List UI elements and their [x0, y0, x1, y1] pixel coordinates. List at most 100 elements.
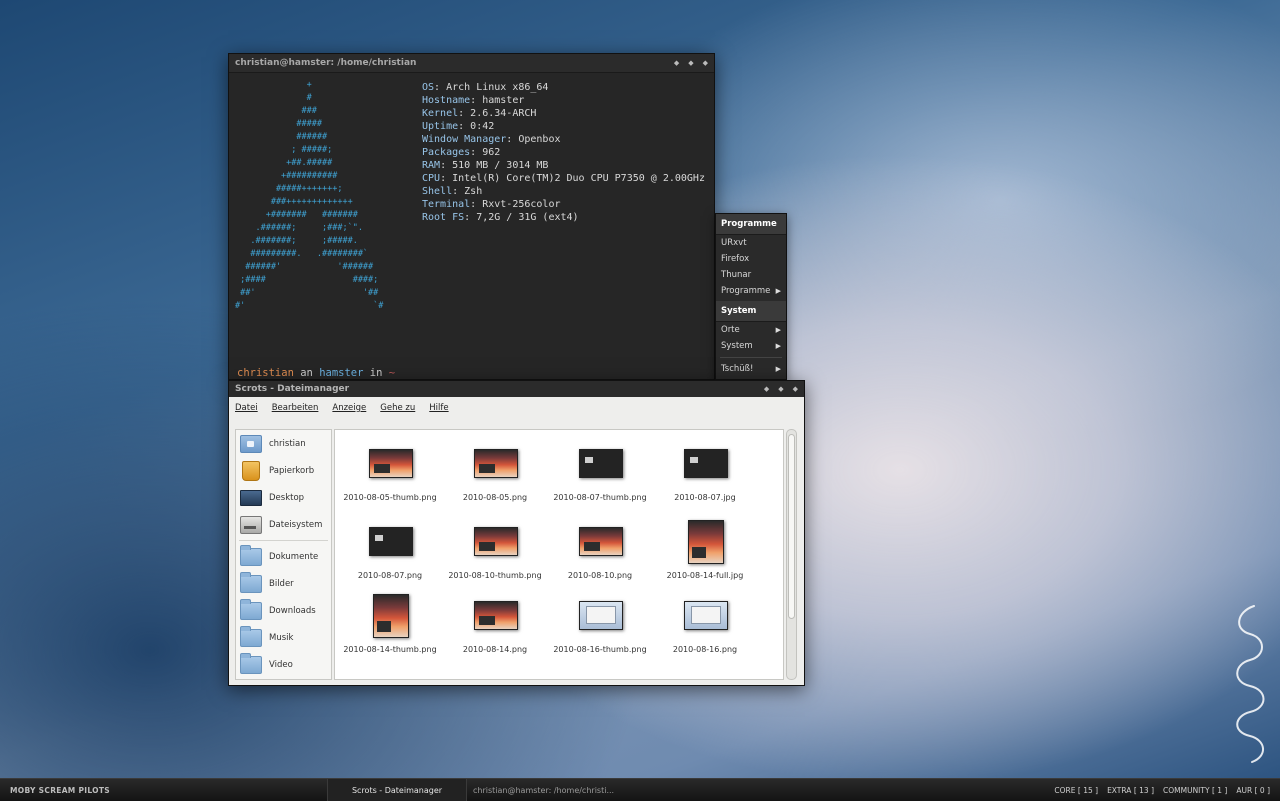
submenu-arrow-icon: ▶ — [775, 326, 781, 334]
file-thumbnail-icon — [688, 520, 724, 564]
folder-icon — [240, 598, 262, 620]
sysinfo-colon: : — [470, 95, 483, 106]
sysinfo-colon: : — [440, 173, 453, 184]
menu-bearbeiten[interactable]: Bearbeiten — [272, 403, 319, 421]
menu-item-label: Tschüß! — [721, 364, 754, 374]
prompt-in: in — [363, 367, 389, 379]
menu-item-orte[interactable]: Orte ▶ — [716, 322, 786, 338]
menu-item-exit[interactable]: Tschüß! ▶ — [716, 361, 786, 377]
sidebar-item-video[interactable]: Video — [236, 651, 331, 678]
menu-anzeige[interactable]: Anzeige — [332, 403, 366, 421]
sidebar-item-label: Bilder — [269, 578, 294, 589]
menu-header-programme: Programme — [716, 214, 786, 235]
sysinfo-row: Uptime: 0:42 — [422, 120, 705, 133]
decorative-swirl-icon — [1236, 605, 1265, 763]
sysinfo-key: Kernel — [422, 108, 459, 119]
file-view[interactable]: 2010-08-05-thumb.png 2010-08-05.png 2010-0… — [334, 429, 784, 680]
iconify-button-icon[interactable]: ◆ — [764, 385, 769, 393]
repo-bracket: ] — [1222, 786, 1228, 795]
file-name: 2010-08-10-thumb.png — [448, 571, 542, 580]
task-file-manager[interactable]: Scrots - Dateimanager — [327, 779, 467, 801]
menu-gehe-zu[interactable]: Gehe zu — [380, 403, 415, 421]
disk-icon — [240, 515, 262, 534]
file-name: 2010-08-05.png — [462, 493, 528, 502]
home-folder-icon — [240, 434, 262, 453]
menu-item-programme[interactable]: Programme ▶ — [716, 283, 786, 299]
scrollbar-thumb[interactable] — [788, 434, 795, 619]
sysinfo-row: Shell: Zsh — [422, 185, 705, 198]
task-label: christian@hamster: /home/christi... — [473, 785, 615, 795]
menu-item-urxvt[interactable]: URxvt — [716, 235, 786, 251]
places-sidebar: christian Papierkorb Desktop Dateisystem Do… — [235, 429, 332, 680]
submenu-arrow-icon: ▶ — [775, 342, 781, 350]
sysinfo-colon: : — [470, 147, 483, 158]
terminal-window[interactable]: christian@hamster: /home/christian ◆ ◆ ◆… — [228, 53, 715, 392]
repo-bracket: ] — [1148, 786, 1154, 795]
menu-item-system[interactable]: System ▶ — [716, 338, 786, 354]
sysinfo-value: Openbox — [518, 134, 561, 145]
repo-count: 15 — [1083, 786, 1093, 795]
sidebar-item-papierkorb[interactable]: Papierkorb — [236, 457, 331, 484]
sysinfo-colon: : — [458, 121, 471, 132]
repo-name: CORE — [1054, 786, 1076, 795]
file-manager-window[interactable]: Scrots - Dateimanager ◆ ◆ ◆ Datei Bearbei… — [228, 380, 805, 686]
file-manager-title: Scrots - Dateimanager — [235, 384, 350, 394]
vertical-scrollbar[interactable] — [786, 429, 797, 680]
sysinfo-value: 0:42 — [470, 121, 495, 132]
maximize-button-icon[interactable]: ◆ — [688, 59, 693, 67]
sysinfo-value: 7,2G / 31G (ext4) — [476, 212, 579, 223]
sidebar-item-christian[interactable]: christian — [236, 430, 331, 457]
repo-name: EXTRA — [1107, 786, 1132, 795]
menu-item-firefox[interactable]: Firefox — [716, 251, 786, 267]
terminal-titlebar[interactable]: christian@hamster: /home/christian ◆ ◆ ◆ — [229, 54, 714, 73]
maximize-button-icon[interactable]: ◆ — [778, 385, 783, 393]
close-button-icon[interactable]: ◆ — [703, 59, 708, 67]
file-name: 2010-08-14-full.jpg — [666, 571, 744, 580]
shell-prompt: christian an hamster in ~ — [237, 367, 395, 380]
sidebar-item-downloads[interactable]: Downloads — [236, 597, 331, 624]
prompt-dir: ~ — [388, 367, 396, 379]
sidebar-item-dateisystem[interactable]: Dateisystem — [236, 511, 331, 538]
task-terminal[interactable]: christian@hamster: /home/christi... — [473, 779, 614, 801]
file-thumbnail-icon — [369, 449, 413, 478]
repo-bracket: [ — [1131, 786, 1140, 795]
menu-datei[interactable]: Datei — [235, 403, 258, 421]
close-button-icon[interactable]: ◆ — [793, 385, 798, 393]
iconify-button-icon[interactable]: ◆ — [674, 59, 679, 67]
file-thumbnail-icon — [474, 527, 518, 556]
repo-extra: EXTRA [ 13 ] — [1107, 786, 1154, 795]
sysinfo-colon: : — [464, 212, 477, 223]
sidebar-item-bilder[interactable]: Bilder — [236, 570, 331, 597]
menu-item-thunar[interactable]: Thunar — [716, 267, 786, 283]
sidebar-item-label: Dateisystem — [269, 519, 323, 530]
file-thumbnail-icon — [369, 527, 413, 556]
sysinfo-value: Intel(R) Core(TM)2 Duo CPU P7350 @ 2.00G… — [452, 173, 705, 184]
sidebar-item-desktop[interactable]: Desktop — [236, 484, 331, 511]
menu-hilfe[interactable]: Hilfe — [429, 403, 448, 421]
sidebar-item-label: Video — [269, 659, 293, 670]
repo-bracket: ] — [1092, 786, 1099, 795]
sidebar-separator — [239, 540, 328, 541]
file-manager-titlebar[interactable]: Scrots - Dateimanager ◆ ◆ ◆ — [229, 381, 804, 397]
sysinfo-row: Terminal: Rxvt-256color — [422, 198, 705, 211]
system-info: OS: Arch Linux x86_64 Hostname: hamster Ke… — [422, 81, 705, 224]
sidebar-item-musik[interactable]: Musik — [236, 624, 331, 651]
sysinfo-colon: : — [506, 134, 519, 145]
file-name: 2010-08-16.png — [672, 645, 738, 654]
sysinfo-key: RAM — [422, 160, 441, 171]
sysinfo-colon: : — [434, 82, 447, 93]
file-name: 2010-08-07.jpg — [674, 493, 736, 502]
sidebar-item-dokumente[interactable]: Dokumente — [236, 543, 331, 570]
file-name: 2010-08-14-thumb.png — [343, 645, 437, 654]
folder-icon — [240, 652, 262, 674]
file-thumbnail-icon — [579, 449, 623, 478]
sysinfo-value: 962 — [482, 147, 501, 158]
prompt-user: christian — [237, 367, 294, 379]
repo-core: CORE [ 15 ] — [1054, 786, 1098, 795]
file-thumbnail-icon — [579, 601, 623, 630]
file-name: 2010-08-14.png — [462, 645, 528, 654]
terminal-body[interactable]: + # ### ##### ###### ; #####; +##.##### … — [229, 73, 714, 392]
file-thumbnail-icon — [474, 601, 518, 630]
sysinfo-row: Kernel: 2.6.34-ARCH — [422, 107, 705, 120]
menu-separator — [720, 357, 782, 358]
